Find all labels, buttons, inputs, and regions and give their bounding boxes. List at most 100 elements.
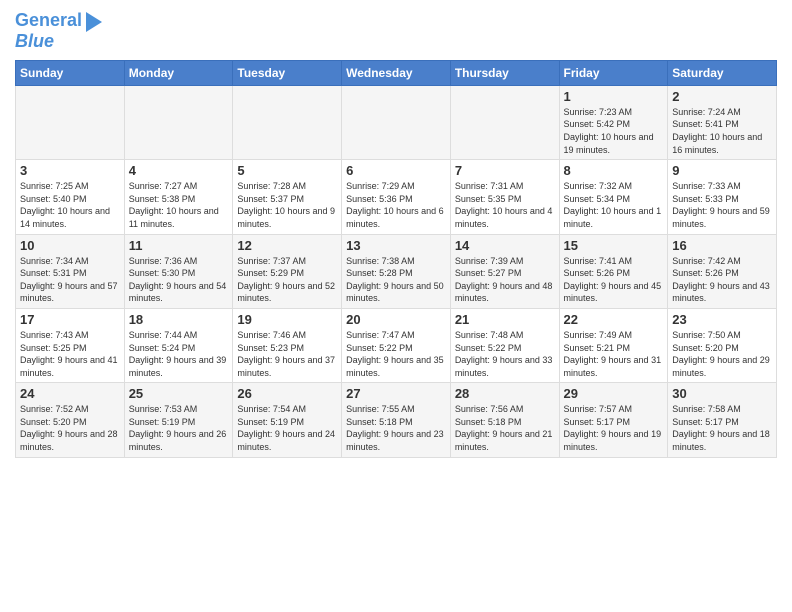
calendar-cell: 19 Sunrise: 7:46 AMSunset: 5:23 PMDayligh… xyxy=(233,308,342,382)
calendar-cell: 11Sunrise: 7:36 AMSunset: 5:30 PMDayligh… xyxy=(124,234,233,308)
col-header-friday: Friday xyxy=(559,60,668,85)
calendar-cell: 10Sunrise: 7:34 AMSunset: 5:31 PMDayligh… xyxy=(16,234,125,308)
header: General Blue xyxy=(15,10,777,52)
calendar-cell: 3 Sunrise: 7:25 AMSunset: 5:40 PMDaylight… xyxy=(16,160,125,234)
day-number: 10 xyxy=(20,238,120,253)
day-number: 29 xyxy=(564,386,664,401)
day-number: 23 xyxy=(672,312,772,327)
calendar-cell xyxy=(342,85,451,159)
calendar-cell: 1 Sunrise: 7:23 AMSunset: 5:42 PMDaylight… xyxy=(559,85,668,159)
calendar-cell: 27Sunrise: 7:55 AMSunset: 5:18 PMDayligh… xyxy=(342,383,451,457)
logo-arrow-icon xyxy=(86,12,102,32)
day-detail: Sunrise: 7:43 AMSunset: 5:25 PMDaylight:… xyxy=(20,329,120,379)
day-detail: Sunrise: 7:38 AMSunset: 5:28 PMDaylight:… xyxy=(346,255,446,305)
day-number: 5 xyxy=(237,163,337,178)
day-number: 3 xyxy=(20,163,120,178)
calendar-cell: 14 Sunrise: 7:39 AMSunset: 5:27 PMDayligh… xyxy=(450,234,559,308)
day-number: 13 xyxy=(346,238,446,253)
day-number: 17 xyxy=(20,312,120,327)
week-row-0: 1 Sunrise: 7:23 AMSunset: 5:42 PMDaylight… xyxy=(16,85,777,159)
calendar-cell: 13 Sunrise: 7:38 AMSunset: 5:28 PMDayligh… xyxy=(342,234,451,308)
day-number: 6 xyxy=(346,163,446,178)
calendar-table: SundayMondayTuesdayWednesdayThursdayFrid… xyxy=(15,60,777,458)
calendar-cell: 22 Sunrise: 7:49 AMSunset: 5:21 PMDayligh… xyxy=(559,308,668,382)
calendar-cell: 28 Sunrise: 7:56 AMSunset: 5:18 PMDayligh… xyxy=(450,383,559,457)
day-number: 18 xyxy=(129,312,229,327)
day-number: 7 xyxy=(455,163,555,178)
calendar-cell: 23 Sunrise: 7:50 AMSunset: 5:20 PMDayligh… xyxy=(668,308,777,382)
day-detail: Sunrise: 7:55 AMSunset: 5:18 PMDaylight:… xyxy=(346,403,446,453)
day-detail: Sunrise: 7:57 AMSunset: 5:17 PMDaylight:… xyxy=(564,403,664,453)
day-detail: Sunrise: 7:46 AMSunset: 5:23 PMDaylight:… xyxy=(237,329,337,379)
day-number: 4 xyxy=(129,163,229,178)
calendar-cell: 26Sunrise: 7:54 AMSunset: 5:19 PMDayligh… xyxy=(233,383,342,457)
day-detail: Sunrise: 7:27 AMSunset: 5:38 PMDaylight:… xyxy=(129,180,229,230)
day-detail: Sunrise: 7:23 AMSunset: 5:42 PMDaylight:… xyxy=(564,106,664,156)
calendar-cell xyxy=(450,85,559,159)
day-detail: Sunrise: 7:37 AMSunset: 5:29 PMDaylight:… xyxy=(237,255,337,305)
day-detail: Sunrise: 7:25 AMSunset: 5:40 PMDaylight:… xyxy=(20,180,120,230)
day-detail: Sunrise: 7:42 AMSunset: 5:26 PMDaylight:… xyxy=(672,255,772,305)
day-detail: Sunrise: 7:24 AMSunset: 5:41 PMDaylight:… xyxy=(672,106,772,156)
day-detail: Sunrise: 7:50 AMSunset: 5:20 PMDaylight:… xyxy=(672,329,772,379)
day-detail: Sunrise: 7:33 AMSunset: 5:33 PMDaylight:… xyxy=(672,180,772,230)
calendar-cell: 15 Sunrise: 7:41 AMSunset: 5:26 PMDayligh… xyxy=(559,234,668,308)
calendar-cell: 12Sunrise: 7:37 AMSunset: 5:29 PMDayligh… xyxy=(233,234,342,308)
day-detail: Sunrise: 7:28 AMSunset: 5:37 PMDaylight:… xyxy=(237,180,337,230)
day-number: 1 xyxy=(564,89,664,104)
week-row-4: 24 Sunrise: 7:52 AMSunset: 5:20 PMDayligh… xyxy=(16,383,777,457)
day-number: 21 xyxy=(455,312,555,327)
week-row-1: 3 Sunrise: 7:25 AMSunset: 5:40 PMDaylight… xyxy=(16,160,777,234)
day-number: 16 xyxy=(672,238,772,253)
day-detail: Sunrise: 7:31 AMSunset: 5:35 PMDaylight:… xyxy=(455,180,555,230)
day-number: 2 xyxy=(672,89,772,104)
calendar-cell xyxy=(233,85,342,159)
day-detail: Sunrise: 7:54 AMSunset: 5:19 PMDaylight:… xyxy=(237,403,337,453)
calendar-cell: 21 Sunrise: 7:48 AMSunset: 5:22 PMDayligh… xyxy=(450,308,559,382)
day-detail: Sunrise: 7:47 AMSunset: 5:22 PMDaylight:… xyxy=(346,329,446,379)
logo: General Blue xyxy=(15,10,102,52)
day-number: 20 xyxy=(346,312,446,327)
calendar-cell: 8 Sunrise: 7:32 AMSunset: 5:34 PMDaylight… xyxy=(559,160,668,234)
calendar-cell xyxy=(124,85,233,159)
day-number: 25 xyxy=(129,386,229,401)
day-detail: Sunrise: 7:32 AMSunset: 5:34 PMDaylight:… xyxy=(564,180,664,230)
day-number: 28 xyxy=(455,386,555,401)
day-detail: Sunrise: 7:53 AMSunset: 5:19 PMDaylight:… xyxy=(129,403,229,453)
day-number: 8 xyxy=(564,163,664,178)
day-detail: Sunrise: 7:39 AMSunset: 5:27 PMDaylight:… xyxy=(455,255,555,305)
calendar-cell: 6 Sunrise: 7:29 AMSunset: 5:36 PMDaylight… xyxy=(342,160,451,234)
day-number: 24 xyxy=(20,386,120,401)
calendar-cell: 5 Sunrise: 7:28 AMSunset: 5:37 PMDaylight… xyxy=(233,160,342,234)
calendar-cell: 25 Sunrise: 7:53 AMSunset: 5:19 PMDayligh… xyxy=(124,383,233,457)
day-number: 9 xyxy=(672,163,772,178)
calendar-cell: 9 Sunrise: 7:33 AMSunset: 5:33 PMDaylight… xyxy=(668,160,777,234)
calendar-cell: 17 Sunrise: 7:43 AMSunset: 5:25 PMDayligh… xyxy=(16,308,125,382)
day-detail: Sunrise: 7:36 AMSunset: 5:30 PMDaylight:… xyxy=(129,255,229,305)
main-container: General Blue SundayMondayTuesdayWednesda… xyxy=(0,0,792,468)
day-detail: Sunrise: 7:41 AMSunset: 5:26 PMDaylight:… xyxy=(564,255,664,305)
calendar-cell: 7 Sunrise: 7:31 AMSunset: 5:35 PMDaylight… xyxy=(450,160,559,234)
col-header-saturday: Saturday xyxy=(668,60,777,85)
day-detail: Sunrise: 7:52 AMSunset: 5:20 PMDaylight:… xyxy=(20,403,120,453)
day-detail: Sunrise: 7:48 AMSunset: 5:22 PMDaylight:… xyxy=(455,329,555,379)
week-row-3: 17 Sunrise: 7:43 AMSunset: 5:25 PMDayligh… xyxy=(16,308,777,382)
calendar-cell: 20 Sunrise: 7:47 AMSunset: 5:22 PMDayligh… xyxy=(342,308,451,382)
calendar-cell: 29 Sunrise: 7:57 AMSunset: 5:17 PMDayligh… xyxy=(559,383,668,457)
calendar-cell xyxy=(16,85,125,159)
day-detail: Sunrise: 7:29 AMSunset: 5:36 PMDaylight:… xyxy=(346,180,446,230)
day-detail: Sunrise: 7:58 AMSunset: 5:17 PMDaylight:… xyxy=(672,403,772,453)
calendar-cell: 24 Sunrise: 7:52 AMSunset: 5:20 PMDayligh… xyxy=(16,383,125,457)
calendar-cell: 4 Sunrise: 7:27 AMSunset: 5:38 PMDaylight… xyxy=(124,160,233,234)
day-number: 22 xyxy=(564,312,664,327)
week-row-2: 10Sunrise: 7:34 AMSunset: 5:31 PMDayligh… xyxy=(16,234,777,308)
calendar-cell: 18Sunrise: 7:44 AMSunset: 5:24 PMDayligh… xyxy=(124,308,233,382)
day-number: 15 xyxy=(564,238,664,253)
col-header-sunday: Sunday xyxy=(16,60,125,85)
day-detail: Sunrise: 7:56 AMSunset: 5:18 PMDaylight:… xyxy=(455,403,555,453)
day-number: 14 xyxy=(455,238,555,253)
day-detail: Sunrise: 7:49 AMSunset: 5:21 PMDaylight:… xyxy=(564,329,664,379)
col-header-monday: Monday xyxy=(124,60,233,85)
logo-subtext: Blue xyxy=(15,32,54,52)
day-number: 19 xyxy=(237,312,337,327)
